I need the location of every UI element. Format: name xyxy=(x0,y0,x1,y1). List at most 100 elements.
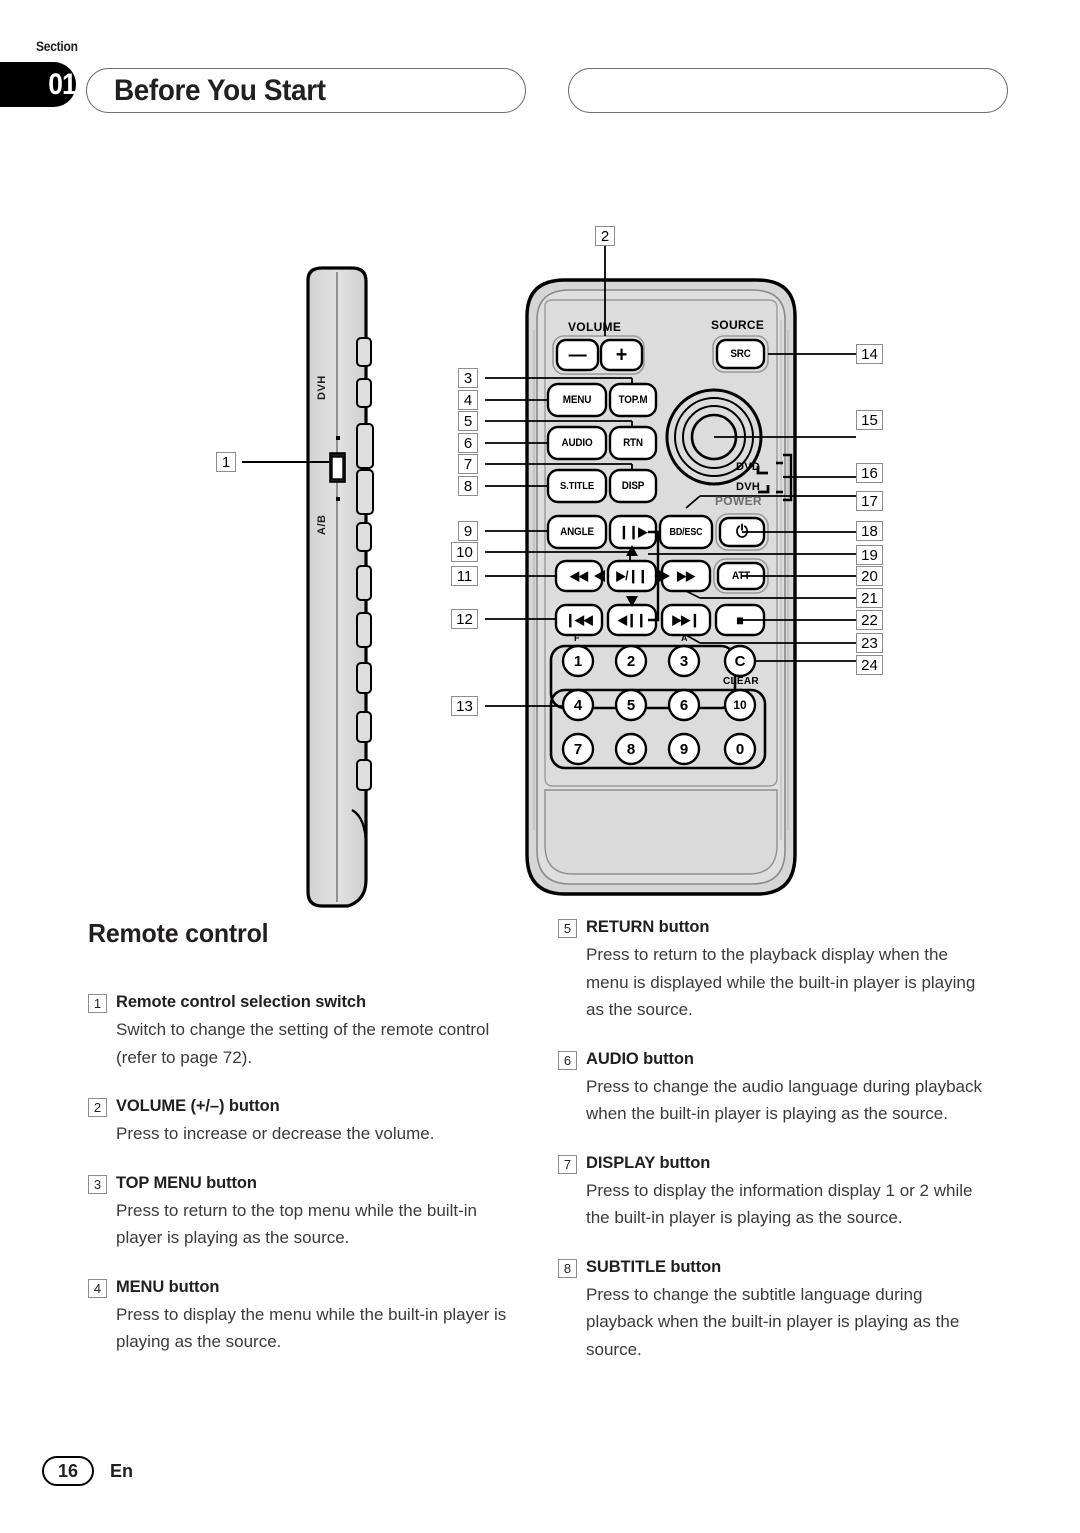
list-item: 5 RETURN button Press to return to the p… xyxy=(558,918,988,1024)
item-marker: 5 xyxy=(558,919,577,938)
item-body: Press to change the subtitle language du… xyxy=(586,1284,960,1359)
item-header: 3 TOP MENU button xyxy=(88,1174,518,1194)
item-body: Press to return to the playback display … xyxy=(586,945,976,1020)
item-header: 7 DISPLAY button xyxy=(558,1154,988,1174)
keypad-0[interactable]: 0 xyxy=(727,736,753,762)
dvd-label: DVD xyxy=(736,461,761,473)
side-view-device xyxy=(242,266,374,908)
keypad-7[interactable]: 7 xyxy=(565,736,591,762)
keypad-3[interactable]: 3 xyxy=(671,648,697,674)
slow-reverse-button[interactable]: ◀❙❙ xyxy=(610,605,653,635)
list-item: 3 TOP MENU button Press to return to the… xyxy=(88,1174,518,1252)
callout-7: 7 xyxy=(458,454,478,474)
callout-8: 8 xyxy=(458,476,478,496)
item-marker: 3 xyxy=(88,1174,107,1194)
callout-23: 23 xyxy=(856,633,883,653)
item-header: 4 MENU button xyxy=(88,1278,518,1298)
item-header: 5 RETURN button xyxy=(558,918,988,938)
audio-button[interactable]: AUDIO xyxy=(551,427,603,459)
previous-track-button[interactable]: ❙◀◀ xyxy=(558,605,599,635)
callout-2: 2 xyxy=(595,226,615,246)
item-header: 8 SUBTITLE button xyxy=(558,1258,988,1278)
keypad-4[interactable]: 4 xyxy=(565,692,591,718)
item-marker: 4 xyxy=(88,1278,107,1298)
item-body: Press to display the menu while the buil… xyxy=(116,1304,507,1352)
page-footer: 16 En xyxy=(0,1452,1080,1512)
callout-18: 18 xyxy=(856,521,883,541)
diagram-vector-layer xyxy=(242,246,856,908)
item-title: SUBTITLE button xyxy=(586,1257,722,1276)
callout-14: 14 xyxy=(856,344,883,364)
list-item: 4 MENU button Press to display the menu … xyxy=(88,1278,518,1356)
keypad-8[interactable]: 8 xyxy=(618,736,644,762)
list-item: 6 AUDIO button Press to change the audio… xyxy=(558,1050,988,1128)
callout-21: 21 xyxy=(856,588,883,608)
remote-control-diagram: VOLUME SOURCE POWER CLEAR DVD DVH F A — … xyxy=(0,0,1080,930)
item-title: Remote control selection switch xyxy=(116,993,366,1011)
list-item: 7 DISPLAY button Press to display the in… xyxy=(558,1154,988,1232)
return-button[interactable]: RTN xyxy=(612,427,653,459)
keypad-2[interactable]: 2 xyxy=(618,648,644,674)
menu-button[interactable]: MENU xyxy=(551,384,603,416)
display-button[interactable]: DISP xyxy=(612,470,653,502)
power-button[interactable]: ⏻ xyxy=(722,518,762,546)
keypad-6[interactable]: 6 xyxy=(671,692,697,718)
volume-up-button[interactable]: + xyxy=(603,340,640,370)
callout-16: 16 xyxy=(856,463,883,483)
callout-3: 3 xyxy=(458,368,478,388)
source-group-label: SOURCE xyxy=(711,318,765,332)
frame-advance-button[interactable]: ❙❙▶ xyxy=(612,516,653,548)
callout-20: 20 xyxy=(856,566,883,586)
item-body: Press to change the audio language durin… xyxy=(586,1076,983,1124)
item-body: Press to increase or decrease the volume… xyxy=(116,1124,435,1144)
keypad-10[interactable]: 10 xyxy=(727,692,753,718)
callout-11: 11 xyxy=(451,566,478,586)
item-body: Switch to change the setting of the remo… xyxy=(116,1020,490,1067)
item-marker: 7 xyxy=(558,1154,577,1174)
left-column: Remote control 1 Remote control selectio… xyxy=(88,918,518,1382)
callout-15: 15 xyxy=(856,410,883,430)
section-heading: Remote control xyxy=(88,918,269,948)
language-code: En xyxy=(110,1460,134,1481)
clear-group-label: CLEAR xyxy=(723,676,759,687)
keypad-5[interactable]: 5 xyxy=(618,692,644,718)
body-columns: Remote control 1 Remote control selectio… xyxy=(0,918,1080,1478)
side-switch-ab-label: A/B xyxy=(316,514,328,535)
item-title: TOP MENU button xyxy=(116,1173,257,1192)
item-header: 6 AUDIO button xyxy=(558,1050,988,1070)
keypad-1[interactable]: 1 xyxy=(565,648,591,674)
angle-button[interactable]: ANGLE xyxy=(551,516,603,548)
volume-down-button[interactable]: — xyxy=(559,340,596,370)
item-header: 1 Remote control selection switch xyxy=(88,993,518,1013)
item-body: Press to return to the top menu while th… xyxy=(116,1200,477,1248)
clear-button[interactable]: C xyxy=(727,648,753,674)
rewind-button[interactable]: ◀◀ xyxy=(558,561,599,591)
callout-24: 24 xyxy=(856,655,883,675)
next-track-button[interactable]: ▶▶❙ xyxy=(664,605,707,635)
item-title: VOLUME (+/–) button xyxy=(116,1097,280,1116)
list-item: 8 SUBTITLE button Press to change the su… xyxy=(558,1258,988,1364)
callout-17: 17 xyxy=(856,491,883,511)
dvh-label: DVH xyxy=(736,481,761,493)
item-header: 2 VOLUME (+/–) button xyxy=(88,1097,518,1118)
power-group-label: POWER xyxy=(715,494,762,508)
keypad-9[interactable]: 9 xyxy=(671,736,697,762)
top-menu-button[interactable]: TOP.M xyxy=(612,384,653,416)
fast-forward-button[interactable]: ▶▶ xyxy=(664,561,707,591)
stop-button[interactable]: ■ xyxy=(718,605,761,635)
subtitle-button[interactable]: S.TITLE xyxy=(551,470,603,502)
callout-4: 4 xyxy=(458,390,478,410)
item-marker: 8 xyxy=(558,1258,577,1278)
bd-esc-button[interactable]: BD/ESC xyxy=(663,516,710,548)
source-button[interactable]: SRC xyxy=(719,340,761,368)
item-title: MENU button xyxy=(116,1277,220,1296)
item-title: RETURN button xyxy=(586,918,710,936)
play-pause-button[interactable]: ▶/❙❙ xyxy=(610,561,653,591)
att-button[interactable]: ATT xyxy=(720,563,761,589)
callout-22: 22 xyxy=(856,610,883,630)
callout-10: 10 xyxy=(451,542,478,562)
list-item: 2 VOLUME (+/–) button Press to increase … xyxy=(88,1097,518,1148)
side-switch-dvh-label: DVH xyxy=(316,375,328,400)
page-number: 16 xyxy=(42,1456,94,1486)
callout-1: 1 xyxy=(216,452,236,472)
